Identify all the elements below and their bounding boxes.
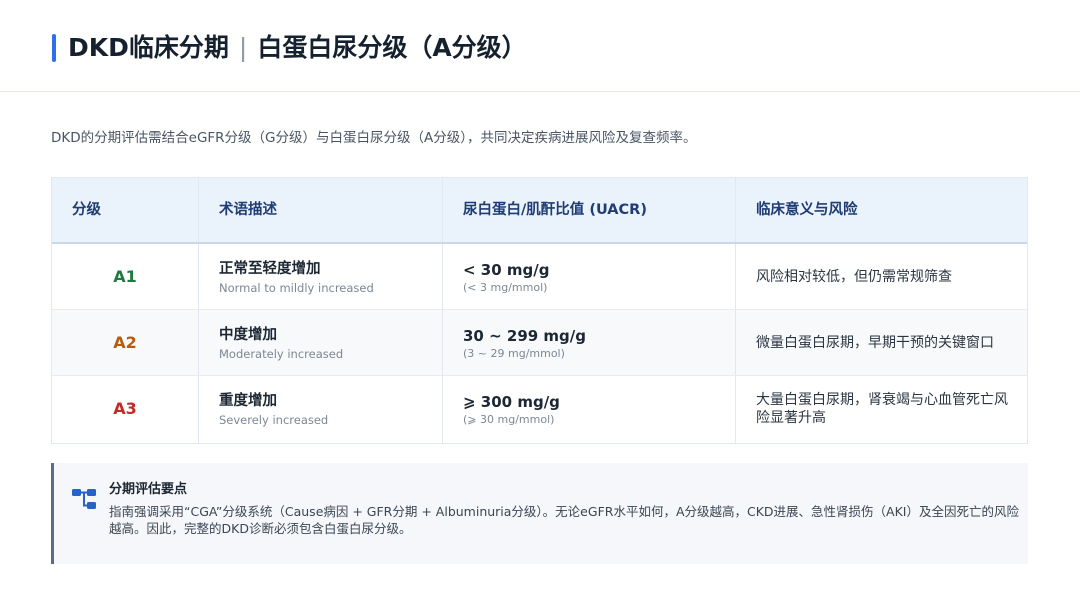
page-title: DKD临床分期 | 白蛋白尿分级（A分级） [68,30,527,66]
uacr-cell: < 30 mg/g (< 3 mg/mmol) [463,260,549,295]
table-header-row: 分级 术语描述 尿白蛋白/肌酐比值 (UACR) 临床意义与风险 [52,178,1027,244]
term-en: Normal to mildly increased [219,281,374,295]
title-accent-bar [52,34,56,62]
term-en: Moderately increased [219,347,344,361]
uacr-value: ⩾ 300 mg/g [463,393,560,411]
uacr-sub: (3 ~ 29 mg/mmol) [463,347,565,360]
term-zh: 中度增加 [219,327,277,343]
uacr-cell: ⩾ 300 mg/g (⩾ 30 mg/mmol) [463,392,560,427]
table-row: A3 重度增加 Severely increased ⩾ 300 mg/g (⩾… [52,376,1027,443]
risk-cell: 风险相对较低，但仍需常规筛查 [756,269,952,285]
uacr-value: 30 ~ 299 mg/g [463,327,587,345]
table-row: A1 正常至轻度增加 Normal to mildly increased < … [52,244,1027,310]
callout-body: 指南强调采用“CGA”分级系统（Cause病因 + GFR分期 + Albumi… [109,504,1019,536]
uacr-sub: (< 3 mg/mmol) [463,281,548,294]
grade-cell: A2 [113,333,137,352]
grade-cell: A1 [113,267,137,286]
page-header: DKD临床分期 | 白蛋白尿分级（A分级） [0,0,1080,92]
header-cell-risk: 临床意义与风险 [756,202,858,218]
risk-cell: 微量白蛋白尿期，早期干预的关键窗口 [756,335,994,351]
term-en: Severely increased [219,413,329,427]
header-cell-term: 术语描述 [219,202,277,218]
title-main: DKD临床分期 [68,33,229,62]
key-points-callout: 分期评估要点 指南强调采用“CGA”分级系统（Cause病因 + GFR分期 +… [51,463,1028,564]
title-separator: | [238,33,248,62]
term-cell: 中度增加 Moderately increased [219,326,343,362]
callout-title: 分期评估要点 [109,482,188,497]
table-row: A2 中度增加 Moderately increased 30 ~ 299 mg… [52,310,1027,376]
header-cell-uacr: 尿白蛋白/肌酐比值 (UACR) [463,202,647,218]
term-cell: 重度增加 Severely increased [219,392,328,428]
uacr-cell: 30 ~ 299 mg/g (3 ~ 29 mg/mmol) [463,326,586,361]
term-cell: 正常至轻度增加 Normal to mildly increased [219,260,374,296]
intro-text: DKD的分期评估需结合eGFR分级（G分级）与白蛋白尿分级（A分级），共同决定疾… [51,130,697,146]
albuminuria-table: 分级 术语描述 尿白蛋白/肌酐比值 (UACR) 临床意义与风险 A1 正常至轻… [51,177,1028,444]
uacr-sub: (⩾ 30 mg/mmol) [463,413,555,426]
term-zh: 正常至轻度增加 [219,261,321,277]
header-cell-grade: 分级 [72,202,101,218]
grade-cell: A3 [113,399,137,418]
flowchart-icon [72,489,96,509]
title-sub: 白蛋白尿分级（A分级） [257,33,527,62]
risk-cell: 大量白蛋白尿期，肾衰竭与心血管死亡风险显著升高 [756,392,1008,426]
uacr-value: < 30 mg/g [463,261,550,279]
term-zh: 重度增加 [219,393,277,409]
